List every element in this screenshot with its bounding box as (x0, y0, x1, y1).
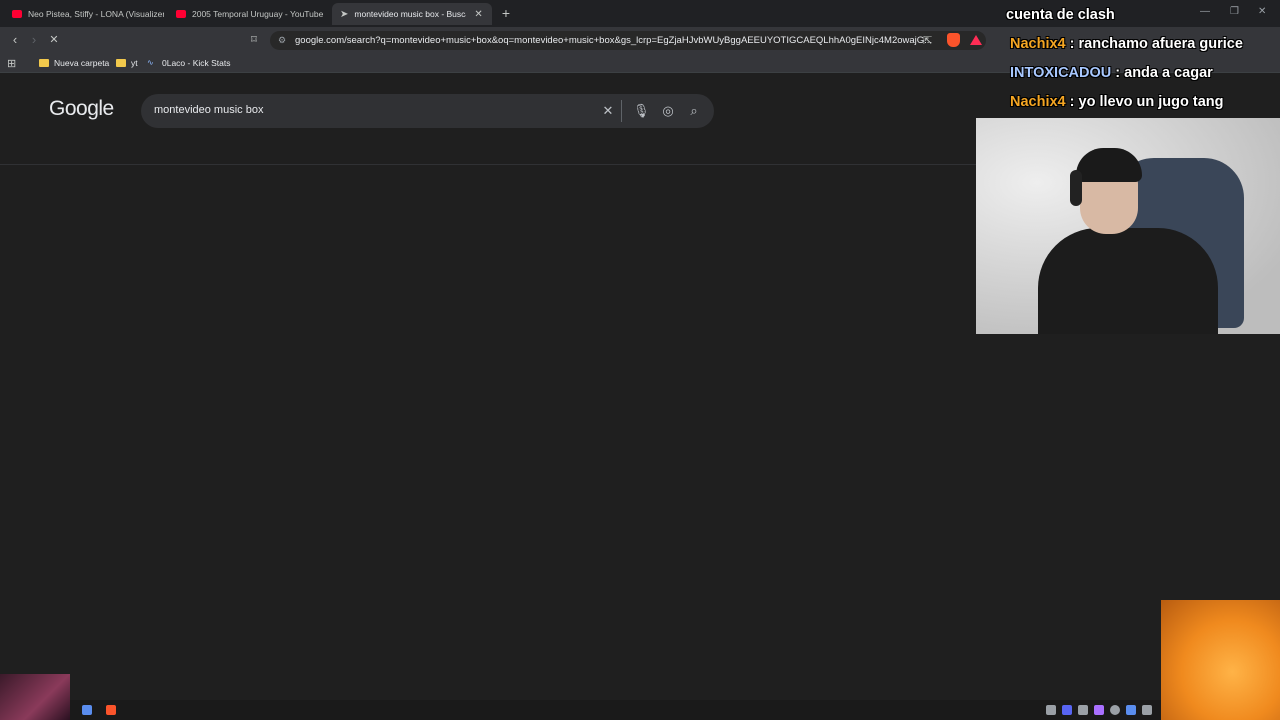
bookmark-yt[interactable]: yt (116, 57, 138, 69)
webcam-overlay (976, 118, 1280, 334)
google-logo[interactable]: Google (49, 97, 114, 121)
kick-icon: ∿ (147, 58, 154, 67)
chat-message: INTOXICADOU : anda a cagar (1010, 65, 1213, 81)
forward-button[interactable]: › (27, 33, 41, 47)
chat-message: Nachix4 : ranchamo afuera gurice (1010, 36, 1243, 52)
youtube-icon (176, 10, 186, 18)
chat-text: anda a cagar (1124, 65, 1213, 81)
chat-username: INTOXICADOU (1010, 65, 1112, 81)
search-divider (621, 100, 622, 122)
brave-shield-icon[interactable] (947, 33, 960, 47)
new-tab-button[interactable]: + (498, 5, 514, 21)
tray-icon[interactable] (1078, 705, 1088, 715)
folder-icon (116, 59, 126, 67)
tray-icon[interactable] (1046, 705, 1056, 715)
tray-icon[interactable] (1126, 705, 1136, 715)
brave-rewards-icon[interactable] (970, 35, 982, 45)
chat-text: ranchamo afuera gurice (1078, 36, 1243, 52)
chat-text: yo llevo un jugo tang (1078, 94, 1224, 110)
youtube-icon (12, 10, 22, 18)
search-icon[interactable]: ⌕ (686, 103, 702, 119)
tab-title: Neo Pistea, Stiffy - LONA (Visualizer) (28, 9, 164, 19)
steam-icon[interactable] (82, 705, 92, 715)
apps-grid-icon[interactable]: ⊞ (7, 57, 16, 70)
camera-lens-icon[interactable]: ◎ (660, 103, 676, 119)
header-divider (0, 164, 976, 165)
discord-icon[interactable] (1062, 705, 1072, 715)
bookmark-kick-stats[interactable]: ∿ 0Laco - Kick Stats (147, 57, 231, 69)
cursor-icon: ➤ (340, 8, 349, 20)
bookmark-label: 0Laco - Kick Stats (162, 58, 231, 68)
site-info-icon[interactable]: ⚙ (278, 35, 288, 45)
close-window-icon[interactable]: ✕ (1258, 6, 1266, 17)
microphone-icon[interactable]: 🎙 (633, 103, 650, 119)
tray-icon[interactable] (1094, 705, 1104, 715)
game-overlay-image (1161, 600, 1280, 720)
bookmark-icon[interactable]: ⌑ (247, 33, 261, 47)
brave-taskbar-icon[interactable] (106, 705, 116, 715)
chat-message: Nachix4 : yo llevo un jugo tang (1010, 94, 1224, 110)
restore-icon[interactable]: ❐ (1230, 6, 1239, 17)
tab-youtube-temporal[interactable]: 2005 Temporal Uruguay - YouTube (168, 3, 328, 25)
stop-loading-button[interactable]: ✕ (47, 33, 61, 47)
bookmark-label: Nueva carpeta (54, 58, 110, 68)
tray-icon[interactable] (1110, 705, 1120, 715)
share-icon[interactable]: ⇱ (923, 34, 932, 47)
tab-google-search[interactable]: ➤ montevideo music box - Buscar ✕ (332, 3, 492, 25)
close-tab-icon[interactable]: ✕ (474, 9, 482, 20)
chat-separator: : (1065, 94, 1079, 110)
back-button[interactable]: ‹ (8, 33, 22, 47)
search-input[interactable]: montevideo music box (154, 104, 263, 116)
webcam-person-body (1038, 228, 1218, 334)
chat-username: Nachix4 (1010, 36, 1066, 52)
tab-title: montevideo music box - Buscar (354, 9, 467, 19)
chat-username: Nachix4 (1010, 94, 1066, 110)
clear-search-icon[interactable]: ✕ (600, 103, 616, 119)
tray-icon[interactable] (1142, 705, 1152, 715)
chat-title: cuenta de clash (1006, 7, 1115, 23)
taskbar (70, 700, 1161, 720)
secondary-cam-overlay (0, 674, 70, 720)
bookmark-nueva-carpeta[interactable]: Nueva carpeta (39, 57, 109, 69)
minimize-icon[interactable]: — (1200, 6, 1210, 17)
bookmark-label: yt (131, 58, 138, 68)
chat-separator: : (1111, 65, 1125, 81)
folder-icon (39, 59, 49, 67)
chat-separator: : (1065, 36, 1079, 52)
address-bar[interactable]: google.com/search?q=montevideo+music+box… (270, 31, 986, 50)
tab-title: 2005 Temporal Uruguay - YouTube (192, 9, 324, 19)
tab-youtube-lona[interactable]: Neo Pistea, Stiffy - LONA (Visualizer) (4, 3, 164, 25)
headset-icon (1070, 170, 1082, 206)
